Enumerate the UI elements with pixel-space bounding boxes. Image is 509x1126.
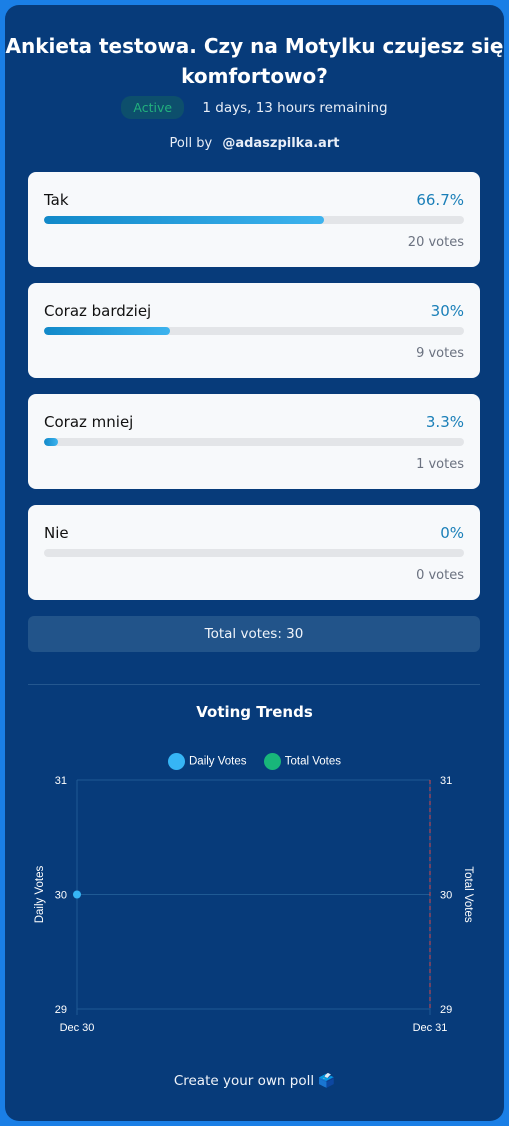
option-progress-track bbox=[44, 438, 464, 446]
option-percent: 0% bbox=[440, 524, 464, 542]
option-percent: 3.3% bbox=[425, 413, 464, 431]
x-tick-label: Dec 31 bbox=[413, 1022, 448, 1034]
option-label: Coraz bardziej bbox=[44, 302, 152, 320]
y-tick-label-left: 31 bbox=[55, 775, 67, 787]
poll-title-line1: Ankieta testowa. Czy na Motylku czujesz … bbox=[5, 34, 504, 58]
option-label: Coraz mniej bbox=[44, 413, 134, 431]
poll-meta: Active 1 days, 13 hours remaining bbox=[5, 96, 504, 119]
option-votes: 9 votes bbox=[416, 346, 464, 361]
option-progress-track bbox=[44, 549, 464, 557]
data-point-daily bbox=[73, 890, 81, 899]
time-remaining: 1 days, 13 hours remaining bbox=[202, 100, 388, 116]
option-label: Nie bbox=[44, 524, 69, 542]
y-tick-label-right: 31 bbox=[440, 775, 452, 787]
create-poll-link[interactable]: Create your own poll 🗳️ bbox=[5, 1073, 504, 1089]
poll-author: Poll by @adaszpilka.art bbox=[5, 136, 504, 151]
poll-card: Ankieta testowa. Czy na Motylku czujesz … bbox=[5, 5, 504, 1121]
option-card-nie[interactable]: Nie 0% 0 votes bbox=[28, 505, 480, 600]
author-handle[interactable]: @adaszpilka.art bbox=[222, 136, 339, 151]
option-votes: 1 votes bbox=[416, 457, 464, 472]
status-badge: Active bbox=[121, 96, 185, 119]
option-label: Tak bbox=[44, 191, 69, 209]
y-axis-label-left: Daily Votes bbox=[34, 865, 46, 923]
trends-title: Voting Trends bbox=[196, 703, 313, 721]
x-tick-label: Dec 30 bbox=[60, 1022, 95, 1034]
voting-trends-chart: 31 31 30 30 29 29 Dec 30 Dec 31 Daily Votes Total… bbox=[34, 775, 474, 1034]
section-divider bbox=[28, 684, 480, 685]
poll-by-label: Poll by bbox=[169, 136, 213, 151]
option-progress-track bbox=[44, 216, 464, 224]
chart-labels: 31 31 30 30 29 29 Dec 30 Dec 31 Daily Votes Total… bbox=[34, 775, 474, 1034]
option-progress-fill bbox=[44, 438, 58, 446]
poll-title: Ankieta testowa. Czy na Motylku czujesz … bbox=[5, 31, 504, 91]
option-votes: 20 votes bbox=[407, 235, 464, 250]
y-tick-label-right: 29 bbox=[440, 1004, 452, 1016]
poll-title-line2: komfortowo? bbox=[181, 64, 328, 88]
option-card-coraz-bardziej[interactable]: Coraz bardziej 30% 9 votes bbox=[28, 283, 480, 378]
y-tick-label-right: 30 bbox=[440, 890, 452, 902]
chart-grid bbox=[76, 779, 431, 1015]
option-card-coraz-mniej[interactable]: Coraz mniej 3.3% 1 votes bbox=[28, 394, 480, 489]
y-axis-label-right: Total Votes bbox=[462, 866, 474, 923]
option-progress-fill bbox=[44, 216, 325, 224]
option-card-tak[interactable]: Tak 66.7% 20 votes bbox=[28, 172, 480, 267]
option-votes: 0 votes bbox=[416, 568, 464, 583]
total-votes: Total votes: 30 bbox=[28, 616, 480, 652]
y-tick-label-left: 30 bbox=[55, 890, 67, 902]
option-progress-track bbox=[44, 327, 464, 335]
option-progress-fill bbox=[44, 327, 170, 335]
option-percent: 30% bbox=[430, 302, 464, 320]
option-percent: 66.7% bbox=[416, 191, 464, 209]
y-tick-label-left: 29 bbox=[55, 1004, 67, 1016]
